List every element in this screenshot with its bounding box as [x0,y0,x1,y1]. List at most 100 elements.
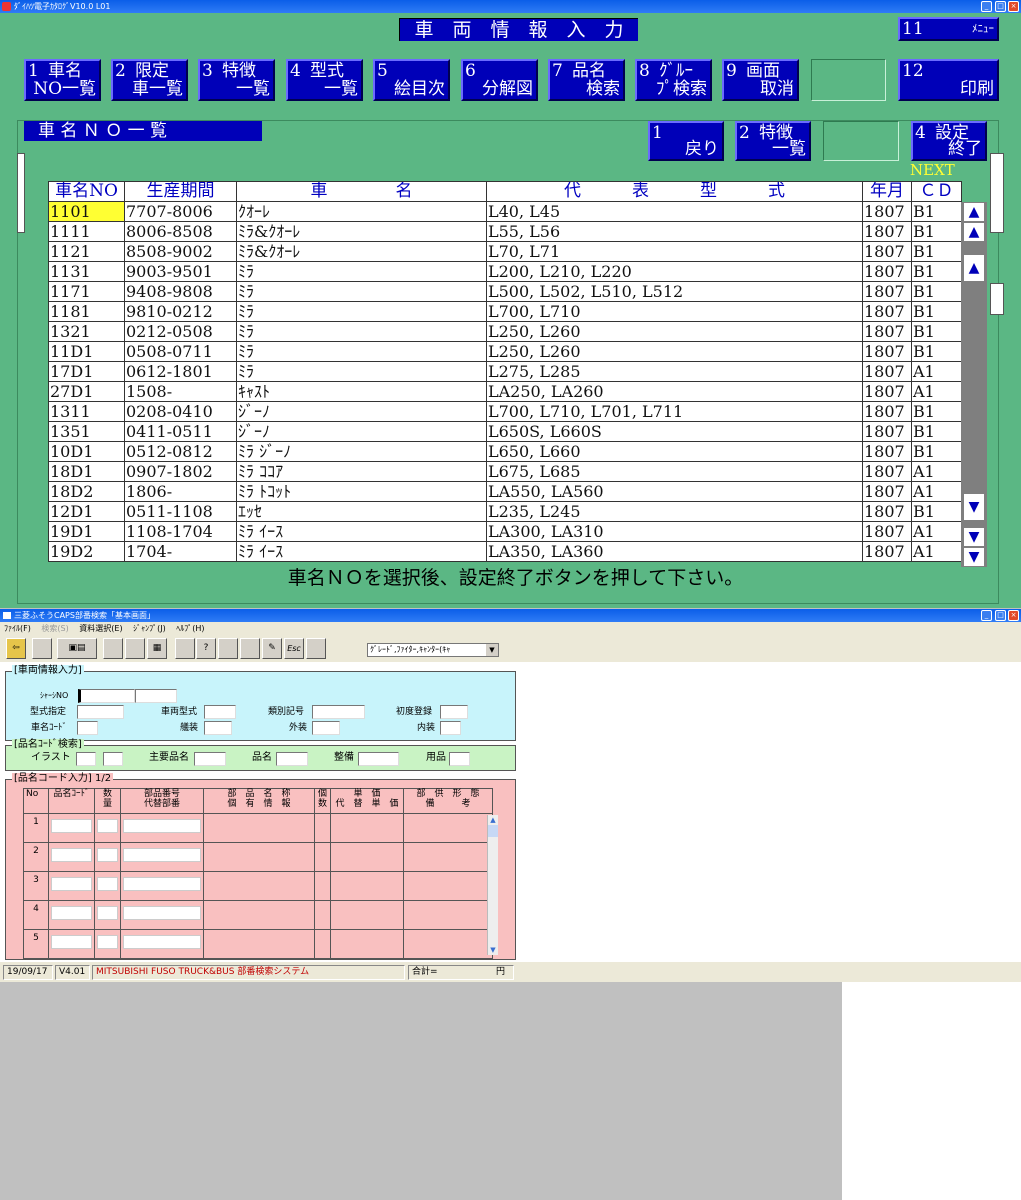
cell-car-no[interactable]: 11D1 [48,341,125,362]
calculator-icon[interactable]: ▦ [147,638,167,659]
scroll-up-icon[interactable]: ▲ [488,815,498,825]
cell-car-no[interactable]: 17D1 [48,361,125,382]
main-part-input[interactable] [194,752,226,766]
cell-car-name[interactable]: ﾐﾗ&ｸｵｰﾚ [236,221,487,242]
cell-year-month[interactable]: 1807 [862,341,912,362]
cell-car-no[interactable]: 19D2 [48,541,125,562]
cell-car-name[interactable]: ﾐﾗ [236,301,487,322]
cell-car-no[interactable]: 18D2 [48,481,125,502]
menu-search[interactable]: 検索(S) [41,622,68,636]
cell-cd[interactable]: A1 [911,481,962,502]
minimize-icon[interactable]: _ [981,610,992,621]
cell-model[interactable]: L250, L260 [486,321,863,342]
cell-period[interactable]: 0612-1801 [124,361,237,382]
cell-cd[interactable]: A1 [911,381,962,402]
cell-cd[interactable]: B1 [911,221,962,242]
parts-cell[interactable] [330,813,404,843]
cell-cd[interactable]: B1 [911,281,962,302]
cell-cd[interactable]: A1 [911,461,962,482]
cell-car-no[interactable]: 27D1 [48,381,125,402]
cell-year-month[interactable]: 1807 [862,261,912,282]
table-row[interactable]: 10D1 0512-0812 ﾐﾗ ｼﾞｰﾉ L650, L660 1807 B1 [48,441,962,462]
toolbar-blank-button[interactable] [125,638,145,659]
cell-model[interactable]: L650, L660 [486,441,863,462]
vehicle-type-input[interactable] [204,705,236,719]
parts-cell[interactable] [94,900,121,930]
class-code-input[interactable] [312,705,365,719]
nav-button-picture-index[interactable]: 5 絵目次 [373,59,450,101]
model-dropdown[interactable]: ｸﾞﾚｰﾄﾞ,ﾌｧｲﾀｰ,ｷｬﾝﾀｰ(ｷｬ ▼ [367,643,499,657]
cell-cd[interactable]: B1 [911,441,962,462]
table-row[interactable]: 18D1 0907-1802 ﾐﾗ ｺｺｱ L675, L685 1807 A1 [48,461,962,482]
cell-car-name[interactable]: ｷｬｽﾄ [236,381,487,402]
table-row[interactable]: 1181 9810-0212 ﾐﾗ L700, L710 1807 B1 [48,301,962,322]
cell-period[interactable]: 9810-0212 [124,301,237,322]
parts-cell[interactable] [403,900,493,930]
cell-car-name[interactable]: ﾐﾗ ｲｰｽ [236,521,487,542]
parts-cell[interactable] [203,929,315,959]
cell-period[interactable]: 9003-9501 [124,261,237,282]
car-name-code-input[interactable] [77,721,98,735]
parts-cell[interactable] [94,929,121,959]
cell-car-name[interactable]: ｼﾞｰﾉ [236,421,487,442]
col-header-car-name[interactable]: 車 名 [236,181,487,202]
cell-car-name[interactable]: ﾐﾗ [236,281,487,302]
illust-input-2[interactable] [103,752,123,766]
nav-button-exploded-view[interactable]: 6 分解図 [461,59,538,101]
cell-year-month[interactable]: 1807 [862,321,912,342]
cell-model[interactable]: L55, L56 [486,221,863,242]
cell-year-month[interactable]: 1807 [862,241,912,262]
cell-cd[interactable]: B1 [911,401,962,422]
parts-cell[interactable] [120,813,204,843]
cell-year-month[interactable]: 1807 [862,381,912,402]
col-header-period[interactable]: 生産期間 [124,181,237,202]
cell-year-month[interactable]: 1807 [862,401,912,422]
col-header-cd[interactable]: ＣＤ [911,181,962,202]
scroll-down-icon[interactable]: ▼ [964,494,984,520]
cell-car-no[interactable]: 1181 [48,301,125,322]
part-name-input[interactable] [276,752,308,766]
close-icon[interactable]: × [1008,1,1019,12]
cell-car-no[interactable]: 1321 [48,321,125,342]
cell-car-no[interactable]: 1111 [48,221,125,242]
toolbar-blank-button[interactable] [306,638,326,659]
cell-model[interactable]: L650S, L660S [486,421,863,442]
parts-cell-input[interactable] [123,935,201,949]
cell-car-name[interactable]: ﾐﾗ [236,361,487,382]
parts-cell[interactable] [120,900,204,930]
cell-period[interactable]: 0907-1802 [124,461,237,482]
cell-car-no[interactable]: 1171 [48,281,125,302]
cell-period[interactable]: 1806- [124,481,237,502]
cell-period[interactable]: 7707-8006 [124,201,237,222]
nav-button-car-no-list[interactable]: 1 車名 NO一覧 [24,59,101,101]
illust-input[interactable] [76,752,96,766]
parts-cell-input[interactable] [123,848,201,862]
cell-car-name[interactable]: ﾐﾗ ｲｰｽ [236,541,487,562]
table-row[interactable]: 17D1 0612-1801 ﾐﾗ L275, L285 1807 A1 [48,361,962,382]
nav-button-feature-list[interactable]: 3 特徴 一覧 [198,59,275,101]
table-row[interactable]: 1131 9003-9501 ﾐﾗ L200, L210, L220 1807 B1 [48,261,962,282]
cell-cd[interactable]: A1 [911,361,962,382]
parts-cell-input[interactable] [51,906,92,920]
cell-period[interactable]: 0511-1108 [124,501,237,522]
cell-car-no[interactable]: 1131 [48,261,125,282]
parts-cell[interactable] [203,900,315,930]
parts-cell-input[interactable] [123,819,201,833]
cell-car-no[interactable]: 19D1 [48,521,125,542]
cell-cd[interactable]: B1 [911,421,962,442]
parts-cell[interactable] [403,929,493,959]
parts-cell[interactable] [403,871,493,901]
maximize-icon[interactable]: □ [995,610,1006,621]
cell-year-month[interactable]: 1807 [862,541,912,562]
table-row[interactable]: 1311 0208-0410 ｼﾞｰﾉ L700, L710, L701, L711 1… [48,401,962,422]
cell-model[interactable]: LA250, LA260 [486,381,863,402]
nav-button-model-list[interactable]: 4 型式 一覧 [286,59,363,101]
toolbar-blank-button[interactable] [175,638,195,659]
parts-cell[interactable] [120,929,204,959]
nav-button-limited-car-list[interactable]: 2 限定 車一覧 [111,59,188,101]
cell-model[interactable]: L500, L502, L510, L512 [486,281,863,302]
parts-cell[interactable] [94,842,121,872]
parts-cell[interactable] [403,842,493,872]
cell-car-no[interactable]: 18D1 [48,461,125,482]
table-row[interactable]: 18D2 1806- ﾐﾗ ﾄｺｯﾄ LA550, LA560 1807 A1 [48,481,962,502]
